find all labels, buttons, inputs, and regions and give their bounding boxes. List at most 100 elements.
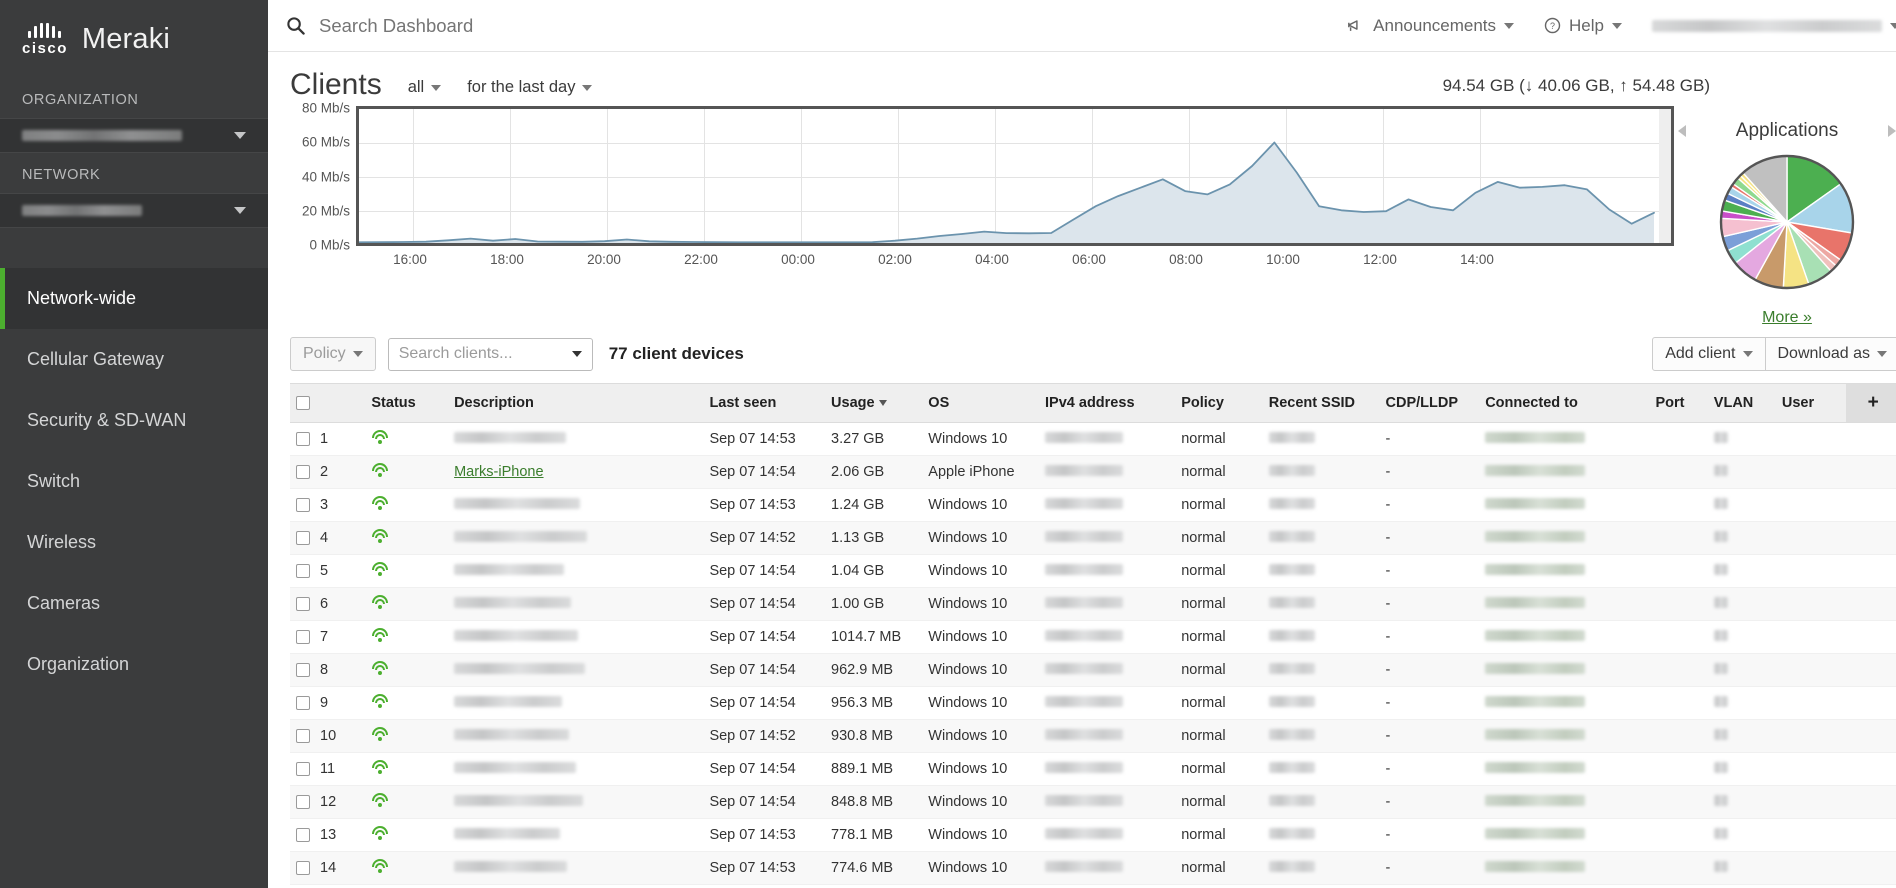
col-policy[interactable]: Policy [1175, 383, 1263, 423]
dashboard-search[interactable] [286, 13, 837, 38]
row-index: 7 [320, 629, 329, 646]
network-label: NETWORK [22, 167, 101, 183]
wifi-signal-icon [371, 562, 389, 576]
add-client-button[interactable]: Add client [1652, 337, 1766, 371]
row-checkbox[interactable] [296, 564, 310, 579]
row-checkbox[interactable] [296, 498, 310, 513]
col-cdp-lldp[interactable]: CDP/LLDP [1379, 383, 1480, 423]
x-tick-label: 22:00 [684, 252, 718, 267]
col-connected-to[interactable]: Connected to [1479, 383, 1650, 423]
select-all-checkbox[interactable] [296, 396, 310, 411]
col-user[interactable]: User [1775, 383, 1847, 423]
prev-widget-arrow-icon[interactable] [1678, 125, 1686, 137]
row-select-cell: 6 [290, 587, 366, 621]
redacted-value [1268, 828, 1315, 839]
account-menu[interactable] [1652, 19, 1896, 32]
table-row[interactable]: 7 Sep 07 14:54 1014.7 MB Windows 10 normal - [290, 620, 1896, 654]
cell-ipv4-address [1039, 620, 1176, 654]
redacted-value [1485, 432, 1586, 443]
col-usage[interactable]: Usage [825, 383, 923, 423]
client-description-link[interactable]: Marks-iPhone [454, 464, 543, 480]
table-row[interactable]: 8 Sep 07 14:54 962.9 MB Windows 10 normal - [290, 653, 1896, 687]
table-row[interactable]: 9 Sep 07 14:54 956.3 MB Windows 10 normal - [290, 686, 1896, 720]
sidebar-item-network-wide[interactable]: Network-wide [0, 268, 268, 329]
col-last-seen[interactable]: Last seen [703, 383, 826, 423]
row-checkbox[interactable] [296, 630, 310, 645]
download-as-button[interactable]: Download as [1765, 337, 1896, 371]
cell-usage: 778.1 MB [825, 818, 923, 852]
redacted-value [1713, 630, 1728, 641]
next-widget-arrow-icon[interactable] [1887, 125, 1896, 137]
table-row[interactable]: 2 Marks-iPhone Sep 07 14:54 2.06 GB Apple iP… [290, 455, 1896, 489]
row-checkbox[interactable] [296, 465, 310, 480]
announcements-menu[interactable]: Announcements [1347, 16, 1515, 36]
sidebar-item-cellular-gateway[interactable]: Cellular Gateway [0, 329, 268, 390]
row-checkbox[interactable] [296, 795, 310, 810]
time-range-dropdown[interactable]: for the last day [467, 78, 593, 100]
cell-recent-ssid [1262, 884, 1380, 888]
redacted-value [1045, 531, 1124, 542]
row-checkbox[interactable] [296, 432, 310, 447]
policy-dropdown-button[interactable]: Policy [290, 337, 376, 371]
table-row[interactable]: 5 Sep 07 14:54 1.04 GB Windows 10 normal - [290, 554, 1896, 588]
search-input[interactable] [317, 13, 837, 38]
table-row[interactable]: 10 Sep 07 14:52 930.8 MB Windows 10 normal - [290, 719, 1896, 753]
applications-pie-chart[interactable] [1717, 152, 1857, 297]
organization-selector[interactable] [0, 118, 268, 153]
table-row[interactable]: 15 Sep 07 14:50763.9 MBWindows 10 normal - [290, 884, 1896, 888]
cell-connected-to [1479, 851, 1650, 885]
row-select-cell: 3 [290, 488, 366, 522]
row-checkbox[interactable] [296, 696, 310, 711]
col-os[interactable]: OS [922, 383, 1040, 423]
sidebar-item-cameras[interactable]: Cameras [0, 573, 268, 634]
cell-usage: 848.8 MB [825, 785, 923, 819]
cell-status [365, 521, 449, 555]
cell-user [1775, 554, 1847, 588]
row-checkbox[interactable] [296, 531, 310, 546]
col-port[interactable]: Port [1649, 383, 1708, 423]
redacted-value [1485, 762, 1586, 773]
row-checkbox[interactable] [296, 762, 310, 777]
table-row[interactable]: 6 Sep 07 14:54 1.00 GB Windows 10 normal - [290, 587, 1896, 621]
wifi-signal-icon [371, 859, 389, 873]
table-row[interactable]: 3 Sep 07 14:53 1.24 GB Windows 10 normal - [290, 488, 1896, 522]
row-select-cell: 7 [290, 620, 366, 654]
row-checkbox[interactable] [296, 828, 310, 843]
table-row[interactable]: 11 Sep 07 14:54 889.1 MB Windows 10 normal - [290, 752, 1896, 786]
row-checkbox[interactable] [296, 861, 310, 876]
col-status[interactable]: Status [365, 383, 449, 423]
help-label: Help [1569, 15, 1604, 35]
table-row[interactable]: 14 Sep 07 14:53 774.6 MB Windows 10 normal - [290, 851, 1896, 885]
cell-description [448, 686, 704, 720]
client-search-combobox[interactable]: Search clients... [387, 337, 593, 371]
sidebar-item-security-sdwan[interactable]: Security & SD-WAN [0, 390, 268, 451]
redacted-value [1268, 762, 1315, 773]
x-tick-label: 06:00 [1072, 252, 1106, 267]
cell-status [365, 686, 449, 720]
scope-filter-dropdown[interactable]: all [408, 78, 442, 100]
col-ipv4-address[interactable]: IPv4 address [1039, 383, 1176, 423]
row-checkbox[interactable] [296, 663, 310, 678]
network-selector[interactable] [0, 193, 268, 228]
row-checkbox[interactable] [296, 597, 310, 612]
table-row[interactable]: 12 Sep 07 14:54 848.8 MB Windows 10 normal - [290, 785, 1896, 819]
col-description[interactable]: Description [448, 383, 704, 423]
cell-policy: normal [1175, 851, 1263, 885]
page-header: Clients all for the last day 94.54 GB (↓… [290, 52, 1896, 106]
applications-more-link[interactable]: More » [1762, 309, 1812, 327]
sidebar-item-organization[interactable]: Organization [0, 634, 268, 695]
sidebar-item-switch[interactable]: Switch [0, 451, 268, 512]
row-checkbox[interactable] [296, 729, 310, 744]
table-row[interactable]: 4 Sep 07 14:52 1.13 GB Windows 10 normal - [290, 521, 1896, 555]
top-bar: Announcements ? Help [268, 0, 1896, 52]
table-row[interactable]: 13 Sep 07 14:53 778.1 MB Windows 10 normal - [290, 818, 1896, 852]
usage-chart-plot[interactable] [356, 106, 1674, 246]
col-vlan[interactable]: VLAN [1707, 383, 1776, 423]
brand-logo[interactable]: cisco Meraki [0, 0, 268, 78]
help-menu[interactable]: ? Help [1544, 16, 1622, 36]
col-recent-ssid[interactable]: Recent SSID [1262, 383, 1380, 423]
table-row[interactable]: 1 Sep 07 14:53 3.27 GB Windows 10 normal - [290, 422, 1896, 456]
sidebar-item-wireless[interactable]: Wireless [0, 512, 268, 573]
cell-last-seen: Sep 07 14:54 [703, 620, 826, 654]
add-column-button[interactable]: + [1846, 383, 1896, 423]
